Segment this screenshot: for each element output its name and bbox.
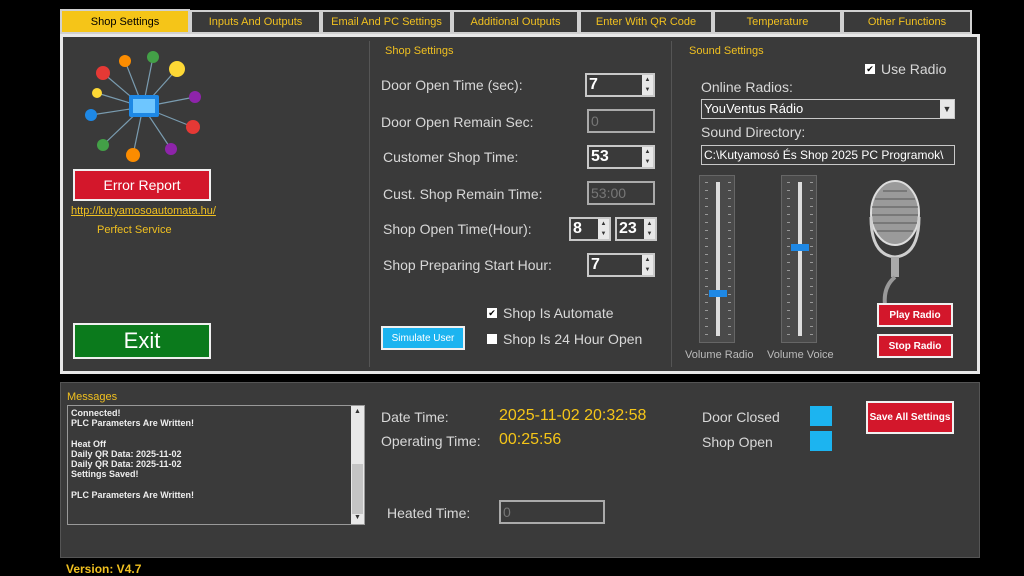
message-line: [71, 428, 350, 438]
save-all-settings-button[interactable]: Save All Settings: [866, 401, 954, 434]
checkbox-checked-icon: ✔: [865, 64, 875, 74]
network-logo: [73, 45, 213, 167]
message-line: Daily QR Data: 2025-11-02: [71, 459, 182, 469]
volume-radio-thumb[interactable]: [709, 289, 727, 297]
volume-voice-label: Volume Voice: [767, 349, 834, 361]
door-open-time-stepper[interactable]: 7 ▲ ▼: [585, 73, 655, 97]
volume-radio-label: Volume Radio: [685, 349, 754, 361]
sound-settings-title: Sound Settings: [689, 45, 764, 57]
cust-shop-remain-field: 53:00: [587, 181, 655, 205]
messages-listbox[interactable]: Connected! PLC Parameters Are Written! Hea…: [67, 405, 365, 525]
tab-other-functions[interactable]: Other Functions: [842, 10, 972, 34]
messages-scrollbar[interactable]: ▲ ▼: [351, 406, 364, 524]
settings-panel: Error Report http://kutyamosoautomata.hu…: [60, 34, 980, 374]
play-radio-button[interactable]: Play Radio: [877, 303, 953, 327]
message-line: PLC Parameters Are Written!: [71, 418, 195, 429]
version-label: Version: V4.7: [66, 562, 142, 576]
customer-shop-time-label: Customer Shop Time:: [383, 149, 519, 165]
scroll-up-icon[interactable]: ▲: [351, 406, 364, 418]
door-closed-label: Door Closed: [702, 409, 780, 425]
door-open-remain-label: Door Open Remain Sec:: [381, 114, 534, 130]
tab-shop-settings[interactable]: Shop Settings: [60, 9, 190, 34]
message-line: Settings Saved!: [71, 469, 139, 480]
status-panel: Messages Connected! PLC Parameters Are Wr…: [60, 382, 980, 558]
message-line: PLC Parameters Are Written!: [71, 489, 195, 500]
shop-open-to-stepper[interactable]: 23 ▲ ▼: [615, 217, 657, 241]
online-radio-select[interactable]: YouVentus Rádio ▼: [701, 99, 955, 119]
customer-shop-time-stepper[interactable]: 53 ▲ ▼: [587, 145, 655, 169]
use-radio-checkbox[interactable]: ✔ Use Radio: [865, 61, 946, 77]
door-open-time-label: Door Open Time (sec):: [381, 77, 523, 93]
heated-time-label: Heated Time:: [387, 505, 471, 521]
divider: [369, 41, 370, 367]
error-report-button[interactable]: Error Report: [73, 169, 211, 201]
shop-open-from-stepper[interactable]: 8 ▲ ▼: [569, 217, 611, 241]
online-radios-label: Online Radios:: [701, 79, 793, 95]
sound-directory-label: Sound Directory:: [701, 124, 806, 140]
chevron-down-icon: ▼: [940, 100, 954, 118]
checkbox-unchecked-icon: [487, 334, 497, 344]
stop-radio-button[interactable]: Stop Radio: [877, 334, 953, 358]
operating-time-value: 00:25:56: [499, 431, 562, 448]
tab-bar: Shop Settings Inputs And Outputs Email A…: [60, 9, 980, 34]
door-closed-indicator: [810, 406, 832, 426]
preparing-start-stepper[interactable]: 7 ▲ ▼: [587, 253, 655, 277]
shop-open-time-label: Shop Open Time(Hour):: [383, 221, 532, 237]
operating-time-label: Operating Time:: [381, 433, 481, 449]
volume-voice-thumb[interactable]: [791, 243, 809, 251]
shop-is-automate-checkbox[interactable]: ✔ Shop Is Automate: [487, 305, 614, 321]
preparing-start-label: Shop Preparing Start Hour:: [383, 257, 552, 273]
tab-temperature[interactable]: Temperature: [713, 10, 842, 34]
shop-open-indicator: [810, 431, 832, 451]
divider: [671, 41, 672, 367]
messages-list: Connected! PLC Parameters Are Written! Hea…: [71, 408, 350, 500]
door-open-remain-field: 0: [587, 109, 655, 133]
slogan-text: Perfect Service: [97, 224, 172, 236]
shop-open-label: Shop Open: [702, 434, 773, 450]
shop-is-24h-checkbox[interactable]: Shop Is 24 Hour Open: [487, 331, 642, 347]
message-line: Connected!: [71, 408, 121, 418]
tab-additional-outputs[interactable]: Additional Outputs: [452, 10, 579, 34]
simulate-user-button[interactable]: Simulate User: [381, 326, 465, 350]
shop-settings-title: Shop Settings: [385, 45, 454, 57]
date-time-value: 2025-11-02 20:32:58: [499, 407, 647, 424]
checkbox-checked-icon: ✔: [487, 308, 497, 318]
exit-button[interactable]: Exit: [73, 323, 211, 359]
sound-directory-input[interactable]: C:\Kutyamosó És Shop 2025 PC Programok\: [701, 145, 955, 165]
cust-shop-remain-label: Cust. Shop Remain Time:: [383, 186, 543, 202]
message-line: Heat Off: [71, 438, 107, 449]
tab-inputs-and-outputs[interactable]: Inputs And Outputs: [190, 10, 321, 34]
date-time-label: Date Time:: [381, 409, 449, 425]
tab-email-and-pc-settings[interactable]: Email And PC Settings: [321, 10, 452, 34]
message-line: [71, 479, 350, 489]
heated-time-field: 0: [499, 500, 605, 524]
microphone-icon: [863, 177, 927, 307]
tab-enter-with-qr-code[interactable]: Enter With QR Code: [579, 10, 713, 34]
volume-voice-slider[interactable]: [781, 175, 817, 343]
scroll-down-icon[interactable]: ▼: [351, 512, 364, 524]
website-link[interactable]: http://kutyamosoautomata.hu/: [71, 205, 216, 217]
message-line: Daily QR Data: 2025-11-02: [71, 448, 182, 459]
volume-radio-slider[interactable]: [699, 175, 735, 343]
messages-title: Messages: [67, 391, 118, 403]
